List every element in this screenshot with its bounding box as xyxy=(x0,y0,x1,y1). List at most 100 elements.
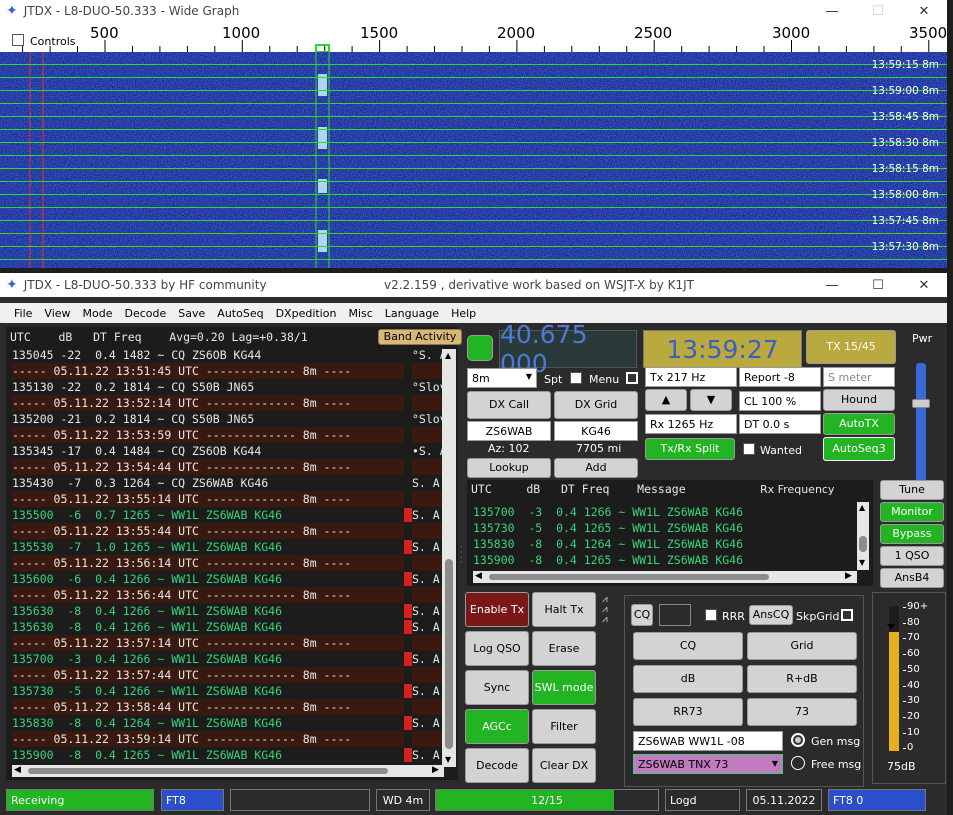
decode-line[interactable]: 135500 -6 0.7 1265 ~ WW1L ZS6WAB KG46 xyxy=(12,507,404,523)
tab-arrows-icon[interactable]: ⩘ ⩘ ⩘ xyxy=(602,595,618,625)
freq-down-button[interactable]: ▼ xyxy=(690,389,732,411)
dx-grid-button[interactable]: DX Grid xyxy=(554,391,638,419)
dx-call-field[interactable]: ZS6WAB xyxy=(467,421,551,441)
dx-grid-field[interactable]: KG46 xyxy=(554,421,638,441)
hscroll-thumb[interactable] xyxy=(489,574,769,580)
period-separator[interactable]: ----- 05.11.22 13:54:44 UTC ------------… xyxy=(12,459,404,475)
ansb4-button[interactable]: AnsB4 xyxy=(880,568,944,588)
menu-view[interactable]: View xyxy=(38,307,76,320)
tx-frequency[interactable]: Tx 217 Hz xyxy=(645,367,737,387)
decode-line[interactable]: 135830 -8 0.4 1264 ~ WW1L ZS6WAB KG46 xyxy=(12,715,404,731)
freq-up-button[interactable]: ▲ xyxy=(645,389,687,411)
menu-misc[interactable]: Misc xyxy=(342,307,378,320)
decode-line[interactable]: 135045 -22 0.4 1482 ~ CQ ZS6OB KG44 xyxy=(12,347,404,363)
decode-line[interactable]: 135730 -5 0.4 1266 ~ WW1L ZS6WAB KG46 xyxy=(12,683,404,699)
msg-db-button[interactable]: dB xyxy=(633,665,743,693)
period-separator[interactable]: ----- 05.11.22 13:56:14 UTC ------------… xyxy=(12,555,404,571)
scroll-left-icon[interactable]: ◀ xyxy=(14,765,21,775)
decode-line[interactable]: 135630 -8 0.4 1266 ~ WW1L ZS6WAB KG46 xyxy=(12,619,404,635)
msg-rdb-button[interactable]: R+dB xyxy=(747,665,857,693)
cq-modifier-field[interactable] xyxy=(659,604,691,626)
menu-save[interactable]: Save xyxy=(172,307,211,320)
tx-period-button[interactable]: TX 15/45 xyxy=(806,330,896,364)
period-separator[interactable]: ----- 05.11.22 13:57:44 UTC ------------… xyxy=(12,667,404,683)
cq-toggle[interactable]: CQ xyxy=(631,604,653,626)
menu-help[interactable]: Help xyxy=(445,307,482,320)
menu-file[interactable]: File xyxy=(8,307,38,320)
menu-autoseq[interactable]: AutoSeq xyxy=(211,307,269,320)
report-field[interactable]: Report -8 xyxy=(739,367,821,387)
menu-mode[interactable]: Mode xyxy=(77,307,119,320)
period-separator[interactable]: ----- 05.11.22 13:52:14 UTC ------------… xyxy=(12,395,404,411)
band-vscrollbar[interactable]: ▲ ▼ xyxy=(442,349,456,767)
period-separator[interactable]: ----- 05.11.22 13:55:14 UTC ------------… xyxy=(12,491,404,507)
free-msg-radio[interactable] xyxy=(791,756,805,770)
period-separator[interactable]: ----- 05.11.22 13:51:45 UTC ------------… xyxy=(12,363,404,379)
lookup-button[interactable]: Lookup xyxy=(467,458,551,478)
decode-line[interactable]: 135200 -21 0.2 1814 ~ CQ S50B JN65 xyxy=(12,411,404,427)
skpgrid-checkbox[interactable] xyxy=(841,609,853,621)
gen-msg-field[interactable]: ZS6WAB WW1L -08 xyxy=(633,731,783,751)
maximize-icon[interactable]: ☐ xyxy=(855,0,901,22)
waterfall[interactable]: 13:59:15 8m 13:59:00 8m 13:58:45 8m 13:58:3… xyxy=(0,52,947,268)
decode-line[interactable]: 135900 -8 0.4 1265 ~ WW1L ZS6WAB KG46 xyxy=(12,747,404,763)
msg-cq-button[interactable]: CQ xyxy=(633,632,743,660)
period-separator[interactable]: ----- 05.11.22 13:57:14 UTC ------------… xyxy=(12,635,404,651)
anscq-button[interactable]: AnsCQ xyxy=(749,605,793,625)
period-separator[interactable]: ----- 05.11.22 13:58:44 UTC ------------… xyxy=(12,699,404,715)
msg-73-button[interactable]: 73 xyxy=(747,698,857,726)
txrx-split-button[interactable]: Tx/Rx Split xyxy=(645,438,735,460)
scroll-thumb[interactable] xyxy=(859,536,867,552)
free-msg-select[interactable]: ZS6WAB TNX 73 ▼ xyxy=(633,754,783,774)
halt-tx-button[interactable]: Halt Tx xyxy=(532,592,596,627)
band-activity-list[interactable]: 135045 -22 0.4 1482 ~ CQ ZS6OB KG44 -----… xyxy=(12,347,412,763)
swl-mode-button[interactable]: SWL mode xyxy=(532,670,596,705)
wanted-checkbox[interactable] xyxy=(743,443,755,455)
minimize-icon[interactable]: — xyxy=(809,273,855,297)
smeter-field[interactable]: S meter xyxy=(823,367,895,387)
rx-frequency[interactable]: Rx 1265 Hz xyxy=(645,414,737,434)
tune-button[interactable]: Tune xyxy=(880,480,944,500)
monitor-button[interactable]: Monitor xyxy=(880,502,944,522)
decode-line[interactable]: 135130 -22 0.2 1814 ~ CQ S50B JN65 xyxy=(12,379,404,395)
band-select[interactable]: 8m ▼ xyxy=(467,368,537,388)
msg-grid-button[interactable]: Grid xyxy=(747,632,857,660)
hound-button[interactable]: Hound xyxy=(823,389,895,411)
period-separator[interactable]: ----- 05.11.22 13:59:14 UTC ------------… xyxy=(12,731,404,747)
rx-message-list[interactable]: 135700 -3 0.4 1266 ~ WW1L ZS6WAB KG46 135… xyxy=(473,504,853,568)
menu-language[interactable]: Language xyxy=(379,307,445,320)
add-button[interactable]: Add xyxy=(554,458,638,478)
pwr-slider-handle[interactable] xyxy=(912,399,930,408)
enable-tx-button[interactable]: Enable Tx xyxy=(465,592,529,627)
scroll-right-icon[interactable]: ▶ xyxy=(432,765,439,775)
rx-vscrollbar[interactable]: ▲ ▼ xyxy=(857,502,869,570)
clear-dx-button[interactable]: Clear DX xyxy=(532,748,596,783)
scroll-down-icon[interactable]: ▼ xyxy=(859,558,865,567)
period-separator[interactable]: ----- 05.11.22 13:53:59 UTC ------------… xyxy=(12,427,404,443)
pwr-slider[interactable] xyxy=(912,363,930,483)
log-qso-button[interactable]: Log QSO xyxy=(465,631,529,666)
dx-call-button[interactable]: DX Call xyxy=(467,391,551,419)
decode-button[interactable]: Decode xyxy=(465,748,529,783)
decode-line[interactable]: 135600 -6 0.4 1266 ~ WW1L ZS6WAB KG46 xyxy=(12,571,404,587)
decode-line[interactable]: 135345 -17 0.4 1484 ~ CQ ZS6OB KG44 xyxy=(12,443,404,459)
menu-checkbox[interactable] xyxy=(626,372,638,384)
menu-decode[interactable]: Decode xyxy=(119,307,173,320)
autotx-button[interactable]: AutoTX xyxy=(823,413,895,435)
autoseq3-button[interactable]: AutoSeq3 xyxy=(823,437,895,461)
dt-field[interactable]: DT 0.0 s xyxy=(739,414,821,434)
rx-decode-line[interactable]: 135700 -3 0.4 1266 ~ WW1L ZS6WAB KG46 xyxy=(473,504,853,520)
decode-line[interactable]: 135630 -8 0.4 1266 ~ WW1L ZS6WAB KG46 xyxy=(12,603,404,619)
decode-line[interactable]: 135700 -3 0.4 1266 ~ WW1L ZS6WAB KG46 xyxy=(12,651,404,667)
cl-field[interactable]: CL 100 % xyxy=(739,391,821,411)
agcc-button[interactable]: AGCc xyxy=(465,709,529,744)
close-icon[interactable]: ✕ xyxy=(901,273,947,297)
bypass-button[interactable]: Bypass xyxy=(880,524,944,544)
one-qso-button[interactable]: 1 QSO xyxy=(880,546,944,566)
scroll-right-icon[interactable]: ▶ xyxy=(845,571,852,581)
msg-rr73-button[interactable]: RR73 xyxy=(633,698,743,726)
gen-msg-radio[interactable] xyxy=(791,733,805,747)
decode-line[interactable]: 135430 -7 0.3 1264 ~ CQ ZS6WAB KG46 xyxy=(12,475,404,491)
scroll-up-icon[interactable]: ▲ xyxy=(445,351,451,360)
rx-decode-line[interactable]: 135900 -8 0.4 1265 ~ WW1L ZS6WAB KG46 xyxy=(473,552,853,568)
